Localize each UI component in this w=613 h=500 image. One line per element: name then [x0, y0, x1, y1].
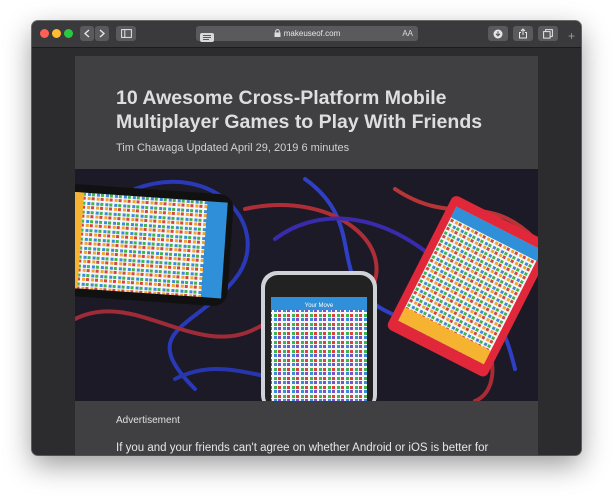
lock-icon [274, 29, 281, 37]
back-arrow-icon [84, 29, 90, 38]
downloads-button[interactable] [488, 26, 508, 41]
phone-center: Your Move [261, 271, 377, 401]
hero-illustration: Your Move [75, 177, 538, 401]
page-content[interactable]: 10 Awesome Cross-Platform Mobile Multipl… [32, 48, 581, 455]
share-icon [519, 28, 527, 39]
browser-window: makeuseof.com AA 10 Awesome Cross-Platfo… [32, 21, 581, 455]
sidebar-button[interactable] [116, 26, 136, 41]
forward-arrow-icon [99, 29, 105, 38]
article-byline: Tim Chawaga Updated April 29, 2019 6 min… [116, 142, 350, 154]
browser-toolbar: makeuseof.com AA [32, 21, 581, 48]
back-button[interactable] [80, 26, 94, 41]
article-title: 10 Awesome Cross-Platform Mobile Multipl… [116, 87, 483, 133]
downloads-icon [493, 29, 503, 38]
hero-image: Your Move [75, 169, 538, 401]
text-size-button[interactable]: AA [402, 26, 413, 41]
sidebar-icon [120, 29, 132, 38]
share-button[interactable] [513, 26, 533, 41]
tabs-overview-icon [543, 28, 553, 39]
forward-button[interactable] [95, 26, 109, 41]
address-bar[interactable]: makeuseof.com AA [196, 26, 418, 42]
url-text: makeuseof.com [283, 29, 341, 38]
url-display[interactable]: makeuseof.com [196, 26, 418, 41]
new-tab-button[interactable]: + [565, 29, 578, 43]
advertisement-label: Advertisement [116, 415, 180, 426]
close-window-button[interactable] [40, 29, 49, 38]
tabs-overview-button[interactable] [538, 26, 558, 41]
phone-left [75, 184, 234, 306]
minimize-window-button[interactable] [52, 29, 61, 38]
zoom-window-button[interactable] [64, 29, 73, 38]
article-paragraph: If you and your friends can't agree on w… [116, 442, 489, 454]
game-screen-header: Your Move [305, 303, 334, 309]
reader-article: 10 Awesome Cross-Platform Mobile Multipl… [75, 56, 538, 455]
